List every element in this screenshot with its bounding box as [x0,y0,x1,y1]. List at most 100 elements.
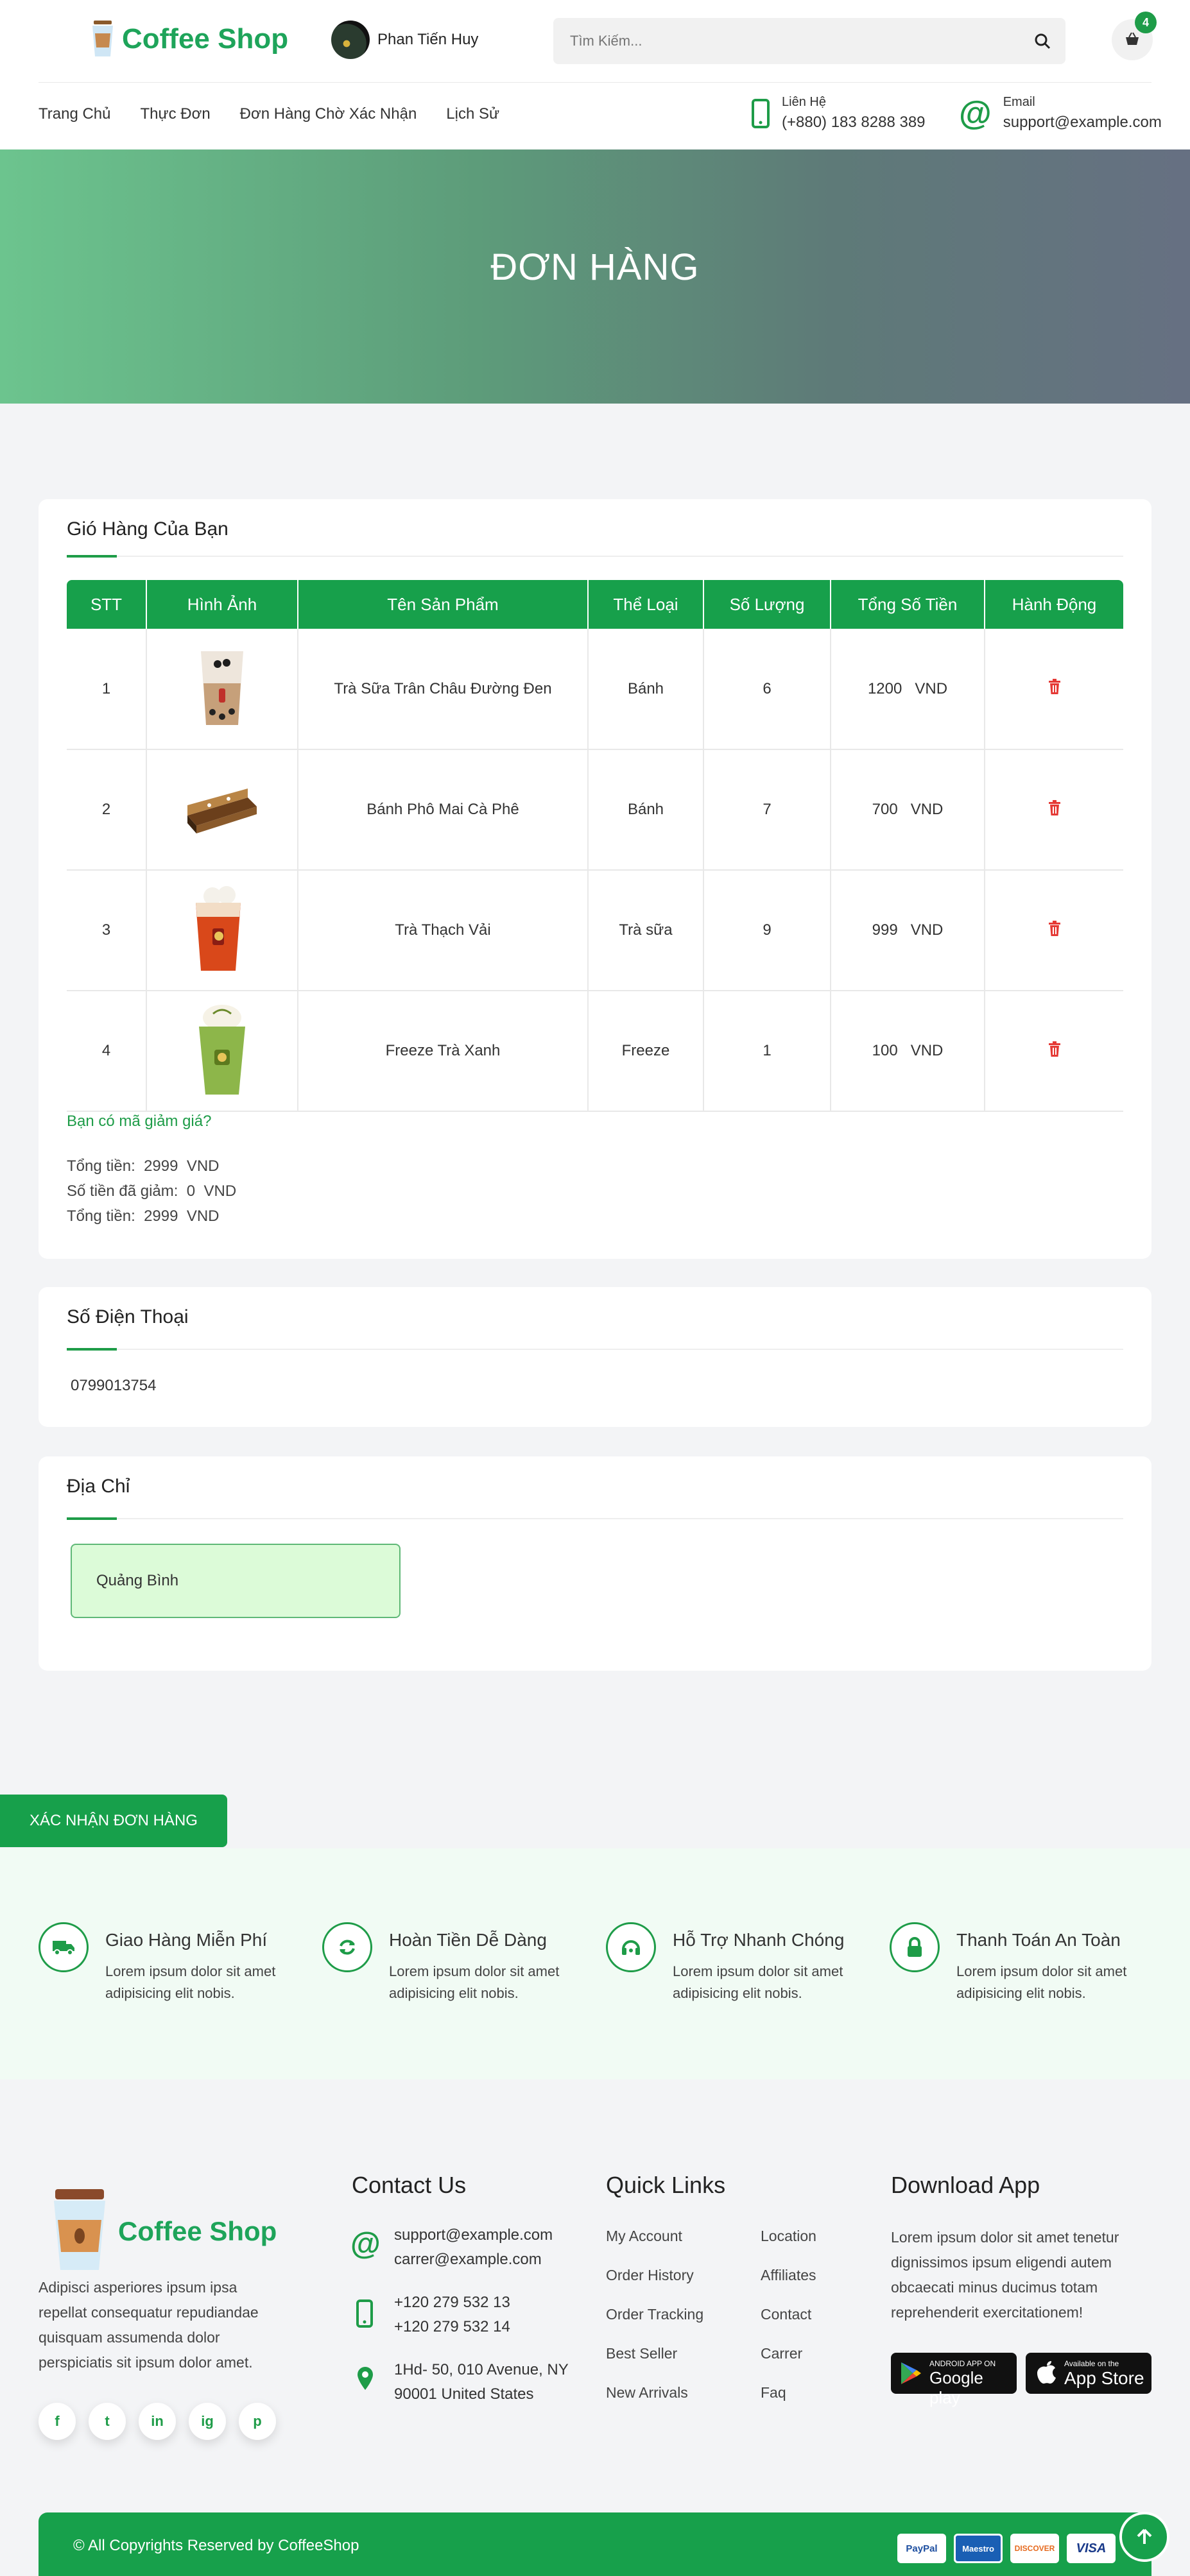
feature-desc: Lorem ipsum dolor sit amet adipisicing e… [956,1963,1127,2001]
linkedin-icon[interactable]: in [139,2403,176,2440]
link-contact[interactable]: Contact [761,2306,811,2323]
footer-phone-1[interactable]: +120 279 532 13 [394,2290,510,2315]
row-quantity: 6 [703,629,831,750]
copyright-text: © All Copyrights Reserved by CoffeeShop [73,2537,359,2554]
row-category: Freeze [588,991,704,1112]
cart-title: Gió Hàng Của Bạn [67,518,229,540]
search-input[interactable] [570,18,1006,64]
table-row: 3 Trà Thạch Vải Trà sữa 9 999 VND [67,870,1123,991]
confirm-order-button[interactable]: XÁC NHẬN ĐƠN HÀNG [0,1795,227,1847]
row-quantity: 1 [703,991,831,1112]
footer-address-line-2: 90001 United States [394,2385,534,2403]
footer-email-2[interactable]: carrer@example.com [394,2248,553,2272]
nav-history[interactable]: Lịch Sử [446,105,499,123]
user-profile[interactable]: Phan Tiến Huy [331,21,478,59]
paypal-icon: PayPal [897,2534,946,2563]
visa-icon: VISA [1067,2534,1116,2563]
header-phone: Liên Hệ (+880) 183 8288 389 [751,95,926,132]
footer-phone-2[interactable]: +120 279 532 14 [394,2315,510,2339]
google-play-big: Google play [929,2368,983,2407]
feature-title: Hoàn Tiền Dễ Dàng [389,1930,547,1950]
row-quantity: 9 [703,870,831,991]
link-faq[interactable]: Faq [761,2384,786,2401]
link-affiliates[interactable]: Affiliates [761,2267,816,2284]
col-quantity: Số Lượng [703,580,831,629]
features-strip: Giao Hàng Miễn Phí Lorem ipsum dolor sit… [0,1848,1190,2079]
instagram-icon[interactable]: ig [189,2403,226,2440]
nav-menu[interactable]: Thực Đơn [141,105,211,123]
footer-coffee-cup-icon [54,2189,105,2270]
app-store-button[interactable]: Available on the App Store [1026,2353,1151,2394]
col-product-name: Tên Sản Phẩm [298,580,589,629]
row-product-name: Trà Sữa Trân Châu Đường Đen [298,629,589,750]
phone-card-rule [67,1348,1123,1351]
link-order-history[interactable]: Order History [606,2267,694,2284]
nav-pending-orders[interactable]: Đơn Hàng Chờ Xác Nhận [240,105,417,123]
link-location[interactable]: Location [761,2228,816,2245]
refresh-icon [322,1922,372,1972]
twitter-icon[interactable]: t [89,2403,126,2440]
row-total: 1200 VND [831,629,985,750]
row-stt: 4 [67,991,147,1112]
col-category: Thể Loại [588,580,704,629]
lock-icon [890,1922,940,1972]
trash-icon[interactable] [1048,678,1062,695]
pinterest-icon[interactable]: p [239,2403,276,2440]
row-product-name: Bánh Phô Mai Cà Phê [298,749,589,871]
google-play-button[interactable]: ANDROID APP ON Google play [891,2353,1017,2407]
row-product-name: Freeze Trà Xanh [298,991,589,1112]
cart-table: STT Hình Ảnh Tên Sản Phẩm Thể Loại Số Lư… [67,580,1123,1112]
feature-desc: Lorem ipsum dolor sit amet adipisicing e… [105,1963,276,2001]
copyright-bar: © All Copyrights Reserved by CoffeeShop … [39,2512,1151,2576]
search-icon[interactable] [1033,32,1051,50]
header-email: @ Email support@example.com [959,95,1162,132]
site-header: Coffee Shop Phan Tiến Huy 4 Trang Chủ Th… [0,0,1190,149]
milk-tea-image [146,629,298,750]
page-title: ĐƠN HÀNG [490,246,700,288]
link-new-arrivals[interactable]: New Arrivals [606,2384,688,2401]
footer-quick-links-title: Quick Links [606,2172,726,2198]
trash-icon[interactable] [1048,1041,1062,1057]
google-play-small: ANDROID APP ON [929,2359,996,2368]
phone-card [39,1287,1151,1427]
trash-icon[interactable] [1048,920,1062,937]
promo-code-link[interactable]: Bạn có mã giảm giá? [67,1113,211,1130]
link-best-seller[interactable]: Best Seller [606,2345,677,2362]
address-value-box[interactable]: Quảng Bình [71,1544,401,1618]
row-action [985,870,1123,991]
link-my-account[interactable]: My Account [606,2228,682,2245]
scroll-to-top-button[interactable] [1119,2512,1169,2562]
footer-address: 1Hd- 50, 010 Avenue, NY 90001 United Sta… [394,2358,569,2407]
link-carrer[interactable]: Carrer [761,2345,802,2362]
row-product-name: Trà Thạch Vải [298,870,589,991]
footer-email-1[interactable]: support@example.com [394,2223,553,2248]
footer-logo-text[interactable]: Coffee Shop [118,2216,277,2247]
trash-icon[interactable] [1048,799,1062,816]
hero-banner: ĐƠN HÀNG [0,149,1190,404]
nav-home[interactable]: Trang Chủ [39,105,111,123]
feature-title: Thanh Toán An Toàn [956,1930,1121,1950]
phone-value: (+880) 183 8288 389 [782,114,926,131]
phone-number-value[interactable]: 0799013754 [71,1377,156,1395]
facebook-icon[interactable]: f [39,2403,76,2440]
green-tea-freeze-image [146,991,298,1112]
app-store-small: Available on the [1064,2359,1119,2368]
google-play-icon [901,2362,921,2384]
table-header-row: STT Hình Ảnh Tên Sản Phẩm Thể Loại Số Lư… [67,580,1123,629]
footer-address-line-1: 1Hd- 50, 010 Avenue, NY [394,2361,569,2378]
user-name: Phan Tiến Huy [377,31,479,48]
coffee-cup-icon [92,21,113,56]
row-category: Bánh [588,629,704,750]
row-stt: 1 [67,629,147,750]
link-order-tracking[interactable]: Order Tracking [606,2306,703,2323]
cart-button[interactable]: 4 [1112,12,1157,60]
main-nav: Trang Chủ Thực Đơn Đơn Hàng Chờ Xác Nhận… [39,105,499,123]
avatar [331,21,370,59]
headset-icon [606,1922,656,1972]
row-action [985,629,1123,750]
logo[interactable]: Coffee Shop [90,19,288,59]
footer-app-desc: Lorem ipsum dolor sit amet tenetur digni… [891,2229,1119,2321]
truck-icon [39,1922,89,1972]
phone-card-title: Số Điện Thoại [67,1306,189,1327]
col-total: Tổng Số Tiền [831,580,985,629]
